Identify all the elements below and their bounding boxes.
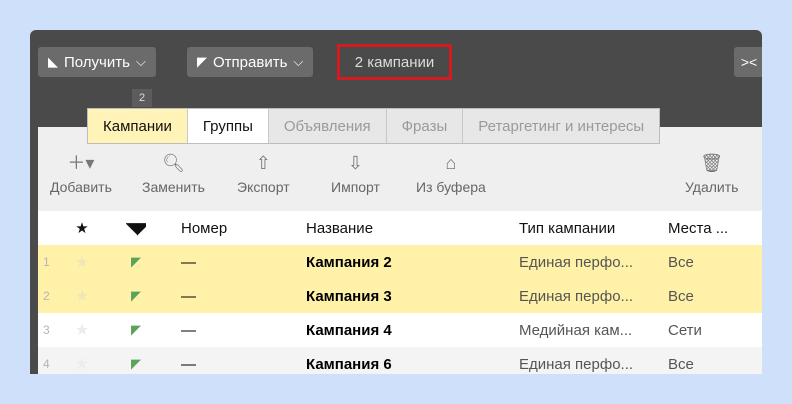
import-icon: ⇩ [347,153,364,173]
selected-campaigns-count: 2 кампании [337,44,452,80]
campaign-type: Единая перфо... [519,287,634,305]
main-panel: ＋▾ Добавить 🔍︎ Заменить ⇧ Экспорт ⇩ Импо… [38,127,762,374]
column-name[interactable]: Название [306,220,506,237]
clipboard-icon: ⌂ [445,153,457,173]
row-index: 2 [43,289,50,303]
receive-label: Получить [64,53,130,71]
send-arrow-icon: ◤ [131,356,141,371]
export-label: Экспорт [237,179,290,195]
campaign-places: Все [668,287,694,305]
row-index: 3 [43,323,50,337]
paste-label: Из буфера [416,179,486,195]
delete-button[interactable]: 🗑︎ Удалить [685,151,738,195]
send-arrow-icon: ◤ [131,322,141,337]
paste-from-clipboard-button[interactable]: ⌂ Из буфера [416,151,486,195]
row-index: 4 [43,357,50,371]
star-icon[interactable]: ★ [72,252,92,272]
send-arrow-icon: ◤ [197,54,207,69]
campaigns-table: ★ ◥◤ Номер Название Тип кампании Места .… [38,211,762,374]
tab-campaigns[interactable]: Кампании [88,109,188,143]
tab-retargeting[interactable]: Ретаргетинг и интересы [463,109,659,143]
campaign-name: Кампания 6 [306,355,392,373]
add-label: Добавить [50,179,112,195]
send-button[interactable]: ◤ Отправить ⌵ [187,47,314,77]
star-icon[interactable]: ★ [72,320,92,340]
campaign-places: Все [668,355,694,373]
collapse-panel-button[interactable]: >< [734,47,762,77]
star-icon[interactable]: ★ [72,354,92,374]
table-header: ★ ◥◤ Номер Название Тип кампании Места .… [38,211,762,245]
tab-phrases[interactable]: Фразы [387,109,464,143]
campaign-number: — [181,253,196,271]
export-icon: ⇧ [255,153,271,173]
table-row[interactable]: 1 ★ ◤ — Кампания 2 Единая перфо... Все [38,245,762,279]
tab-ads[interactable]: Объявления [269,109,387,143]
chevron-down-icon: ⌵ [135,54,146,69]
campaign-name: Кампания 2 [306,253,392,271]
import-button[interactable]: ⇩ Импорт [331,151,380,195]
chevron-down-icon: ⌵ [293,54,304,69]
campaign-number: — [181,321,196,339]
section-tabs: Кампании Группы Объявления Фразы Ретарге… [87,108,661,144]
campaign-type: Единая перфо... [519,355,634,373]
replace-label: Заменить [142,179,205,195]
plus-icon: ＋▾ [67,153,95,173]
tab-count-badge: 2 [132,89,152,107]
favorite-column-icon[interactable]: ★ [72,219,92,237]
add-button[interactable]: ＋▾ Добавить [50,151,112,195]
column-number[interactable]: Номер [181,220,291,237]
campaign-name: Кампания 4 [306,321,392,339]
campaign-places: Все [668,253,694,271]
replace-button[interactable]: 🔍︎ Заменить [142,151,205,195]
tab-groups[interactable]: Группы [187,109,269,143]
delete-label: Удалить [685,179,739,195]
status-column-icon[interactable]: ◥◤ [126,219,146,237]
send-label: Отправить [213,53,288,71]
star-icon[interactable]: ★ [72,286,92,306]
campaign-number: — [181,287,196,305]
campaign-number: — [181,355,196,373]
column-places[interactable]: Места ... [668,220,753,237]
trash-icon: 🗑︎ [700,153,724,173]
search-icon: 🔍︎ [162,153,185,173]
import-label: Импорт [331,179,380,195]
collapse-icon: >< [740,54,758,70]
send-arrow-icon: ◤ [131,254,141,269]
app-window: ◣ Получить ⌵ ◤ Отправить ⌵ 2 кампании ><… [30,30,762,374]
table-row[interactable]: 2 ★ ◤ — Кампания 3 Единая перфо... Все [38,279,762,313]
table-row[interactable]: 3 ★ ◤ — Кампания 4 Медийная кам... Сети [38,313,762,347]
campaign-name: Кампания 3 [306,287,392,305]
send-arrow-icon: ◤ [131,288,141,303]
receive-arrow-icon: ◣ [48,54,58,69]
export-button[interactable]: ⇧ Экспорт [237,151,290,195]
table-row[interactable]: 4 ★ ◤ — Кампания 6 Единая перфо... Все [38,347,762,374]
campaign-type: Медийная кам... [519,321,633,339]
receive-button[interactable]: ◣ Получить ⌵ [38,47,156,77]
campaign-type: Единая перфо... [519,253,634,271]
campaign-places: Сети [668,321,702,339]
column-type[interactable]: Тип кампании [519,220,654,237]
row-index: 1 [43,255,50,269]
